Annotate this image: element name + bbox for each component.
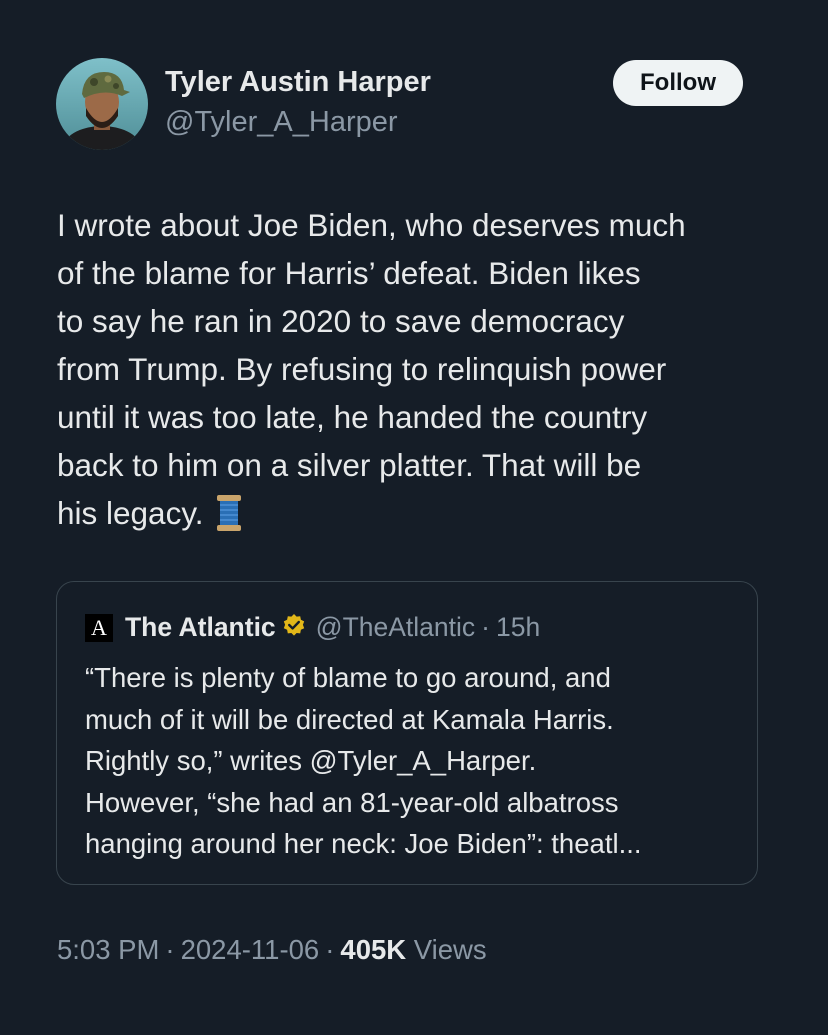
- quoted-author-handle[interactable]: @TheAtlantic: [316, 612, 475, 643]
- post-time[interactable]: 5:03 PM: [57, 934, 159, 965]
- post-date[interactable]: 2024-11-06: [181, 934, 320, 965]
- tweet-screen: Tyler Austin Harper @Tyler_A_Harper Foll…: [0, 0, 828, 1035]
- quoted-text-line: hanging around her neck: Joe Biden”: the…: [85, 828, 642, 859]
- quoted-text-line: “There is plenty of blame to go around, …: [85, 662, 611, 693]
- tweet-text: I wrote about Joe Biden, who deserves mu…: [57, 201, 769, 545]
- quoted-tweet-time[interactable]: 15h: [496, 612, 540, 643]
- separator-dot: ·: [325, 934, 335, 965]
- tweet-text-line: until it was too late, he handed the cou…: [57, 399, 648, 435]
- avatar[interactable]: [56, 58, 148, 150]
- tweet-text-line: I wrote about Joe Biden, who deserves mu…: [57, 207, 686, 243]
- spool-of-thread-icon: [216, 494, 242, 545]
- tweet-text-line: of the blame for Harris’ defeat. Biden l…: [57, 255, 641, 291]
- tweet-metadata: 5:03 PM · 2024-11-06 · 405K Views: [57, 934, 487, 966]
- quoted-author-name[interactable]: The Atlantic: [125, 612, 276, 643]
- quoted-tweet-text: “There is plenty of blame to go around, …: [85, 657, 735, 865]
- views-label[interactable]: Views: [414, 934, 487, 965]
- quoted-tweet-header: A The Atlantic @TheAtlantic · 15h: [85, 612, 540, 643]
- views-count[interactable]: 405K: [340, 934, 406, 965]
- separator-dot: ·: [165, 934, 175, 965]
- separator-dot: ·: [481, 612, 490, 642]
- tweet-text-last-line: his legacy.: [57, 489, 769, 545]
- author-display-name[interactable]: Tyler Austin Harper: [165, 66, 431, 99]
- quoted-text-line: much of it will be directed at Kamala Ha…: [85, 703, 614, 735]
- tweet-text-line: from Trump. By refusing to relinquish po…: [57, 351, 667, 387]
- avatar-photo-icon: [56, 58, 148, 150]
- quoted-text-line: Rightly so,” writes @Tyler_A_Harper.: [85, 745, 537, 776]
- follow-button[interactable]: Follow: [613, 60, 743, 106]
- verified-badge-icon: [282, 613, 306, 642]
- tweet-text-line: back to him on a silver platter. That wi…: [57, 447, 642, 483]
- tweet-text-line: to say he ran in 2020 to save democracy: [57, 303, 625, 339]
- quoted-tweet-card[interactable]: A The Atlantic @TheAtlantic · 15h “There…: [56, 581, 758, 885]
- the-atlantic-logo-icon: A: [85, 613, 113, 642]
- tweet-text-line: his legacy.: [57, 495, 204, 531]
- author-handle[interactable]: @Tyler_A_Harper: [165, 106, 398, 139]
- quoted-text-line: However, “she had an 81-year-old albatro…: [85, 786, 619, 818]
